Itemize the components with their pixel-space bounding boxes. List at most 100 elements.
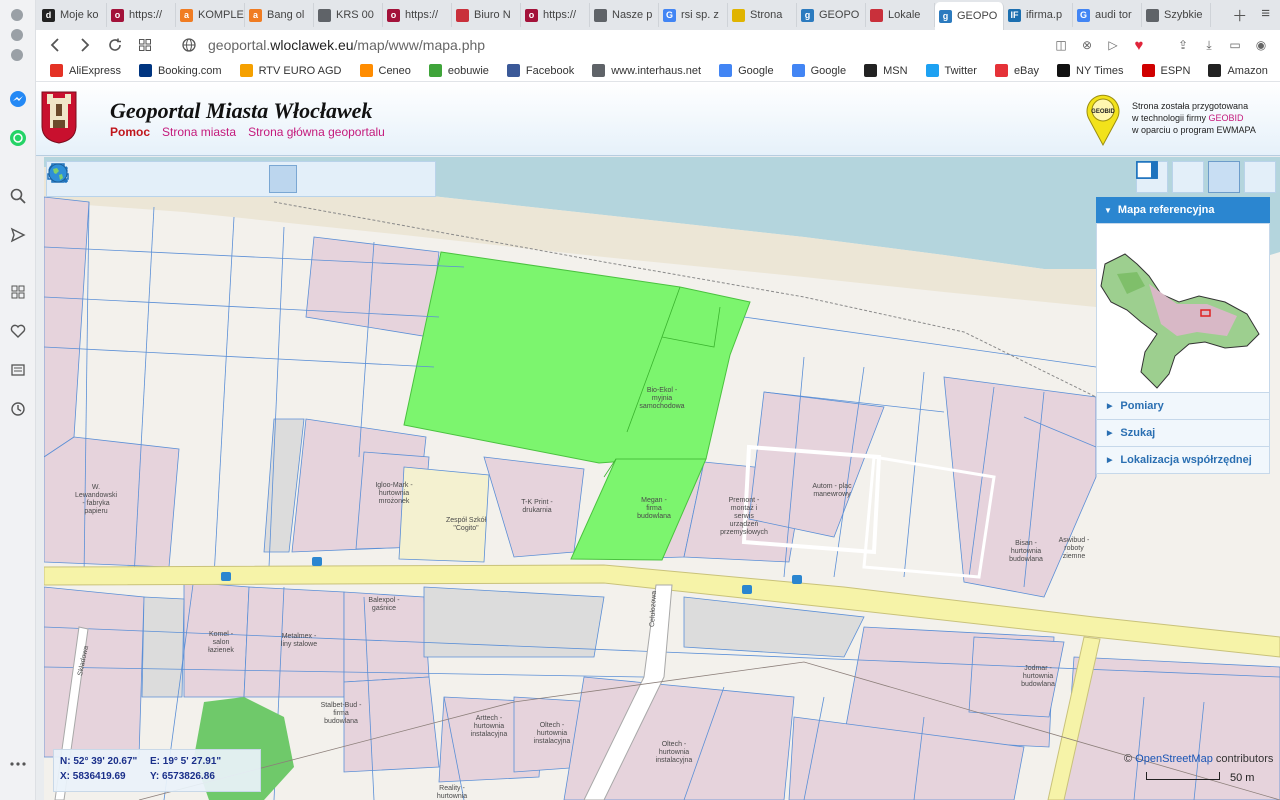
block-icon[interactable]: ⊗	[1078, 36, 1096, 54]
forward-icon[interactable]	[74, 34, 96, 56]
tab-title: ifirma.p	[1026, 9, 1063, 21]
bookmark-item[interactable]: Google	[791, 64, 846, 77]
back-icon[interactable]	[44, 34, 66, 56]
zoom-out-icon[interactable]	[48, 163, 111, 193]
news-icon[interactable]	[7, 359, 29, 381]
bookmark-label: Booking.com	[157, 64, 222, 77]
expand-arrow-icon: ▶	[1107, 403, 1113, 410]
battery-icon[interactable]: ▭	[1226, 36, 1244, 54]
geoportal-home-link[interactable]: Strona główna geoportalu	[248, 125, 385, 139]
bookmark-heart-icon[interactable]: ♥	[1130, 36, 1148, 54]
map-label: Autom - plac manewrowy	[812, 483, 852, 498]
coordinate-location-panel[interactable]: ▶ Lokalizacja współrzędnej	[1096, 447, 1270, 474]
link-icon[interactable]	[48, 165, 266, 193]
browser-tab[interactable]: Gaudi tor	[1073, 3, 1142, 27]
browser-tab[interactable]: Biuro N	[452, 3, 521, 27]
tab-menu-icon[interactable]: ≡	[1261, 5, 1270, 26]
info-icon[interactable]: i	[55, 164, 297, 193]
arrow-left-icon[interactable]	[49, 165, 204, 193]
browser-tab[interactable]: Strona	[728, 3, 797, 27]
bookmark-item[interactable]: Facebook	[506, 64, 574, 77]
account-icon[interactable]: ◉	[1252, 36, 1270, 54]
browser-tab[interactable]: a Bang ol	[245, 3, 314, 27]
search-icon[interactable]	[7, 185, 29, 207]
bookmark-item[interactable]: Amazon	[1208, 64, 1268, 77]
browser-sidebar	[0, 0, 36, 800]
bookmark-item[interactable]: eBay	[994, 64, 1039, 77]
messenger-icon[interactable]	[7, 88, 29, 110]
bookmark-item[interactable]: MSN	[864, 64, 908, 77]
site-info-icon[interactable]	[178, 34, 200, 56]
openstreetmap-link[interactable]: OpenStreetMap	[1135, 753, 1213, 765]
window-maximize-dot[interactable]	[11, 49, 23, 61]
reference-map-header[interactable]: ▼ Mapa referencyjna	[1096, 197, 1270, 223]
window-minimize-dot[interactable]	[11, 29, 23, 41]
browser-tab[interactable]: d Moje ko	[38, 3, 107, 27]
print-icon[interactable]	[49, 163, 390, 193]
browser-tab[interactable]: KRS 00	[314, 3, 383, 27]
zoom-box-icon[interactable]	[48, 163, 173, 193]
camera-icon[interactable]: ◫	[1052, 36, 1070, 54]
help-link[interactable]: Pomoc	[110, 125, 150, 139]
history-icon[interactable]	[7, 398, 29, 420]
pan-hand-icon[interactable]	[51, 165, 142, 193]
geobid-logo[interactable]: GEOBID	[1086, 93, 1120, 147]
speed-dial-small-icon[interactable]	[134, 34, 156, 56]
browser-tab[interactable]: o https://	[521, 3, 590, 27]
bookmark-item[interactable]: www.interhaus.net	[592, 64, 701, 77]
bookmark-item[interactable]: ESPN	[1141, 64, 1191, 77]
layout-right-panel-icon[interactable]	[1136, 161, 1276, 193]
share-icon[interactable]: ⇪	[1174, 36, 1192, 54]
tab-title: KOMPLE	[198, 9, 244, 21]
bookmark-item[interactable]: Booking.com	[138, 64, 222, 77]
portal-links: Pomoc Strona miasta Strona główna geopor…	[110, 125, 385, 139]
bookmark-item[interactable]: Ceneo	[359, 64, 411, 77]
browser-tab[interactable]: g GEOPO	[935, 2, 1004, 30]
window-close-dot[interactable]	[11, 9, 23, 21]
info-pen-icon[interactable]: i	[53, 165, 328, 193]
arrow-right-icon[interactable]	[49, 165, 235, 193]
tab-favicon-icon: a	[249, 8, 262, 22]
bookmark-item[interactable]: eobuwie	[428, 64, 489, 77]
bookmark-label: ESPN	[1160, 64, 1191, 77]
bookmark-item[interactable]: RTV EURO AGD	[239, 64, 342, 77]
collapse-arrow-icon: ▼	[1104, 205, 1112, 215]
layout-toggle-panel-icon[interactable]	[1136, 161, 1240, 193]
tab-title: Moje ko	[60, 9, 99, 21]
send-icon[interactable]	[7, 224, 29, 246]
browser-tab[interactable]: Lokale	[866, 3, 935, 27]
reload-icon[interactable]	[104, 34, 126, 56]
bookmark-item[interactable]: Google	[719, 64, 774, 77]
browser-tab[interactable]: IF ifirma.p	[1004, 3, 1073, 27]
geobid-link[interactable]: GEOBID	[1209, 113, 1244, 123]
bookmark-item[interactable]: NY Times	[1057, 64, 1124, 77]
browser-tab[interactable]: o https://	[383, 3, 452, 27]
url-field[interactable]: geoportal.wloclawek.eu/map/www/mapa.php	[208, 37, 485, 53]
portal-title: Geoportal Miasta Włocławek	[110, 98, 373, 123]
globe-icon[interactable]	[48, 163, 421, 193]
download-icon[interactable]: ⤓	[1200, 36, 1218, 54]
bookmark-item[interactable]: AliExpress	[50, 64, 121, 77]
heart-icon[interactable]	[7, 320, 29, 342]
more-icon[interactable]	[7, 753, 29, 775]
search-panel[interactable]: ▶ Szukaj	[1096, 420, 1270, 447]
whatsapp-icon[interactable]	[7, 127, 29, 149]
map-canvas[interactable]: W. Lewandowski - fabryka papieru Igloo-M…	[44, 157, 1280, 800]
browser-tab[interactable]: Szybkie	[1142, 3, 1211, 27]
browser-tab[interactable]: o https://	[107, 3, 176, 27]
play-icon[interactable]: ▷	[1104, 36, 1122, 54]
speed-dial-icon[interactable]	[7, 281, 29, 303]
new-tab-icon[interactable]: ＋	[1232, 5, 1247, 26]
map-svg[interactable]	[44, 157, 1280, 800]
bookmark-item[interactable]: Twitter	[925, 64, 977, 77]
reference-map[interactable]	[1096, 223, 1270, 393]
browser-tab[interactable]: Nasze p	[590, 3, 659, 27]
browser-tab[interactable]: a KOMPLE	[176, 3, 245, 27]
browser-tab[interactable]: Grsi sp. z	[659, 3, 728, 27]
browser-tab[interactable]: g GEOPO	[797, 3, 866, 27]
tab-favicon-icon	[732, 8, 745, 22]
measure-ruler-icon[interactable]	[47, 165, 359, 193]
city-site-link[interactable]: Strona miasta	[162, 125, 236, 139]
layout-left-panel-icon[interactable]	[1136, 161, 1204, 193]
measurements-panel[interactable]: ▶ Pomiary	[1096, 393, 1270, 420]
